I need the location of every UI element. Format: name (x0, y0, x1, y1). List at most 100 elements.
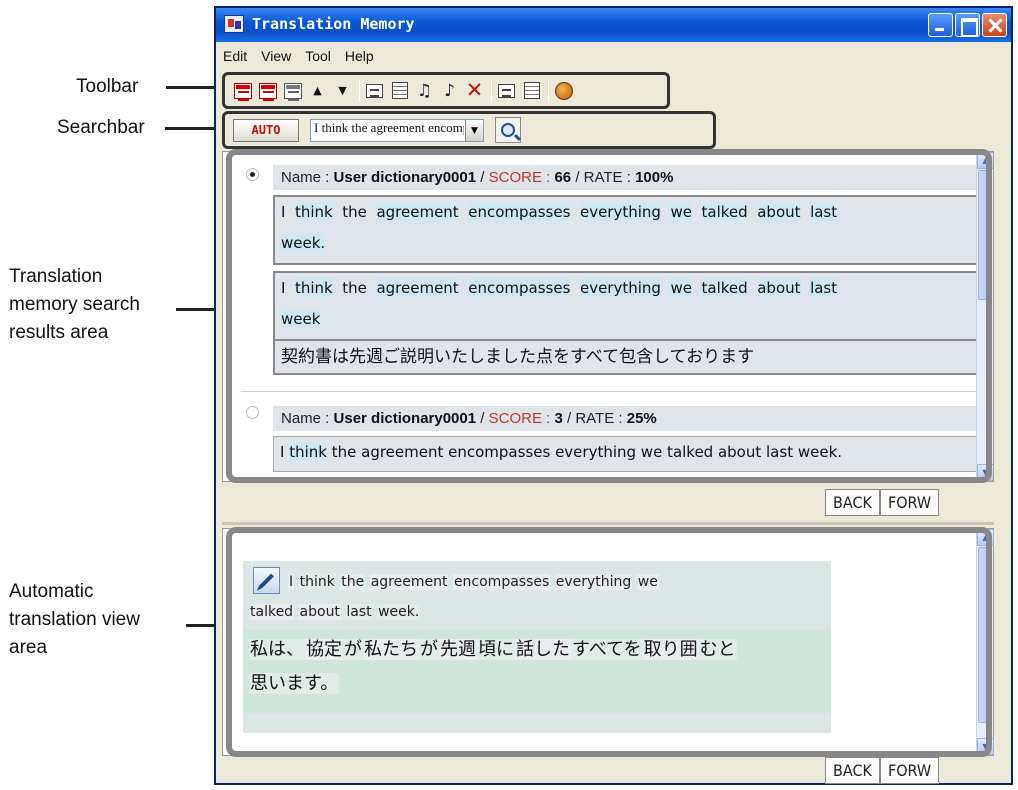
result-1-target: I think the agreement encompasses everyt… (273, 271, 981, 341)
token: agreement (369, 574, 449, 590)
toolbar-callout-line (166, 86, 221, 89)
token: think (289, 443, 327, 461)
menu-help[interactable]: Help (338, 44, 381, 70)
search-input[interactable]: I think the agreement encompasses everyt… (311, 120, 464, 141)
result-1-source: I think the agreement encompasses everyt… (273, 195, 981, 265)
red-table-icon (258, 82, 277, 101)
menu-edit[interactable]: Edit (216, 44, 254, 70)
menu-tool[interactable]: Tool (298, 44, 338, 70)
move-down-button[interactable]: ▼ (331, 79, 354, 102)
scroll-down-icon[interactable]: ▼ (977, 464, 993, 481)
auto-target-line-2: 思います。 (249, 669, 340, 699)
auto-translation-pane[interactable]: I think the agreement encompasses everyt… (222, 528, 994, 756)
list-icon (523, 82, 540, 99)
back-button[interactable]: BACK (825, 757, 880, 784)
token: 頃に (477, 639, 515, 660)
searchbar-callout-line (165, 127, 221, 130)
tool-button-small-doc[interactable] (495, 79, 518, 102)
results-callout-line-1: Translation (9, 266, 103, 287)
edit-translation-button[interactable] (253, 567, 280, 594)
note-icon: ♫ (416, 80, 433, 101)
token: talked (701, 279, 748, 297)
results-pane[interactable]: Name : User dictionary0001 / SCORE : 66 … (222, 151, 994, 482)
red-table-icon (233, 82, 252, 101)
auto-callout-line-1: Automatic (9, 581, 94, 602)
token: talked (249, 604, 295, 620)
tool-button-1[interactable] (231, 79, 254, 102)
token: about (298, 604, 341, 620)
token: week. (377, 604, 421, 620)
tool-button-2[interactable] (256, 79, 279, 102)
forward-button[interactable]: FORW (879, 757, 940, 784)
rate-value: 100% (635, 169, 674, 186)
results-callout: Translation memory search results area (9, 263, 140, 347)
tool-button-grid[interactable] (388, 79, 411, 102)
close-button[interactable] (982, 13, 1007, 37)
result-2-source: I think the agreement encompasses everyt… (273, 436, 981, 472)
result-2-radio[interactable] (246, 406, 259, 419)
searchbar: AUTO I think the agreement encompasses e… (222, 111, 716, 149)
results-callout-line-2: memory search (9, 294, 140, 315)
token: I (281, 203, 286, 221)
token: everything (579, 203, 661, 221)
search-button[interactable] (495, 117, 521, 143)
score-value: 66 (554, 169, 572, 186)
auto-target-line-1: 私は、 協定が私たちが先週 頃に 話した すべてを 取り囲 むと (249, 635, 737, 665)
chevron-down-icon[interactable]: ▼ (465, 120, 483, 141)
title-bar[interactable]: Translation Memory (216, 8, 1011, 42)
score-value: 3 (554, 410, 563, 427)
toolbar-separator (548, 79, 549, 102)
token: last (810, 279, 838, 297)
token: I (281, 279, 286, 297)
search-combobox[interactable]: I think the agreement encompasses everyt… (310, 119, 484, 142)
translation-memory-window: Translation Memory Edit View Tool Help ▲… (214, 6, 1013, 785)
scroll-thumb[interactable] (978, 547, 992, 723)
token: think (294, 279, 333, 297)
tool-button-note-edit[interactable]: ♪ (438, 79, 461, 102)
small-document-icon (498, 83, 515, 98)
maximize-button[interactable] (955, 13, 980, 37)
token: 私は、 (249, 639, 305, 660)
scroll-up-icon[interactable]: ▲ (977, 152, 993, 169)
auto-pane-scrollbar[interactable]: ▲ ▼ (976, 529, 994, 755)
pane-splitter[interactable] (222, 522, 994, 525)
back-button[interactable]: BACK (825, 489, 880, 516)
toolbar-callout: Toolbar (76, 76, 139, 97)
move-up-button[interactable]: ▲ (306, 79, 329, 102)
result-2-header: Name : User dictionary0001 / SCORE : 3 /… (273, 406, 981, 431)
token: we (636, 574, 659, 590)
magnifier-icon (501, 123, 515, 137)
results-scrollbar[interactable]: ▲ ▼ (976, 152, 993, 481)
tool-button-note[interactable]: ♫ (413, 79, 436, 102)
tool-button-document[interactable] (363, 79, 386, 102)
scroll-thumb[interactable] (978, 170, 992, 300)
scroll-up-icon[interactable]: ▲ (977, 529, 994, 546)
token: think (294, 203, 333, 221)
tool-button-list[interactable] (520, 79, 543, 102)
token: about (757, 279, 801, 297)
searchbar-callout: Searchbar (57, 117, 145, 138)
down-triangle-icon: ▼ (338, 84, 347, 97)
tool-button-book[interactable] (552, 79, 575, 102)
up-triangle-icon: ▲ (313, 84, 322, 97)
token: 先週 (439, 639, 477, 660)
auto-button[interactable]: AUTO (233, 119, 299, 142)
minimize-button[interactable] (928, 13, 953, 37)
result-1-radio[interactable] (246, 168, 259, 181)
window-title: Translation Memory (252, 15, 415, 33)
scroll-down-icon[interactable]: ▼ (977, 738, 994, 755)
delete-button[interactable]: ✕ (463, 79, 486, 102)
dictionary-name: User dictionary0001 (333, 410, 477, 427)
pen-icon (259, 573, 274, 588)
token: が (419, 639, 439, 660)
token: 協定 (305, 639, 343, 660)
forward-button[interactable]: FORW (879, 489, 940, 516)
token: が (343, 639, 363, 660)
results-nav: BACK FORW (825, 489, 940, 516)
tool-button-3[interactable] (281, 79, 304, 102)
note-edit-icon: ♪ (444, 80, 455, 101)
token: we (670, 203, 692, 221)
menu-view[interactable]: View (254, 44, 298, 70)
token: むと (698, 639, 737, 660)
token: week. (281, 234, 326, 252)
